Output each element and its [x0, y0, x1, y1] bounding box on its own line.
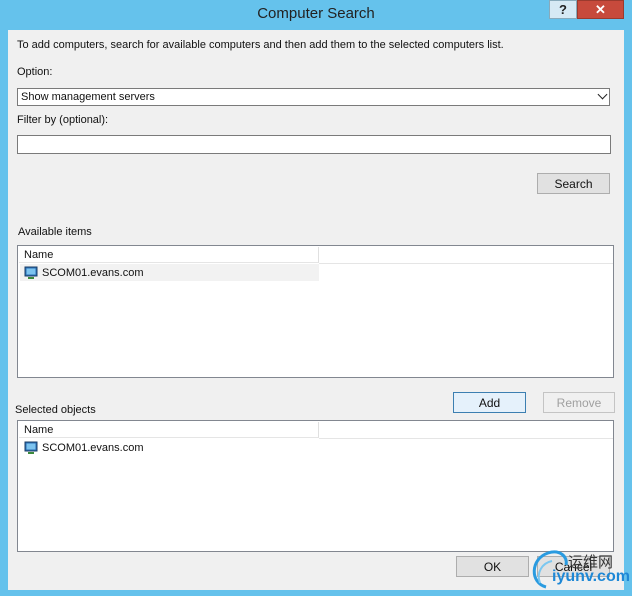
list-item[interactable]: SCOM01.evans.com — [20, 439, 319, 456]
selected-item-name: SCOM01.evans.com — [42, 441, 144, 454]
filter-label: Filter by (optional): — [17, 114, 109, 126]
watermark-logo: 运维网 iyunv.com — [528, 545, 630, 590]
add-button[interactable]: Add — [453, 392, 526, 413]
list-item[interactable]: SCOM01.evans.com — [20, 264, 319, 281]
available-name-column-header[interactable]: Name — [19, 247, 319, 263]
help-button[interactable]: ? — [549, 0, 577, 19]
computer-icon — [24, 441, 38, 454]
available-items-label: Available items — [18, 226, 92, 238]
watermark-text-domain: iyunv.com — [552, 568, 630, 585]
dialog-content: To add computers, search for available c… — [8, 30, 630, 590]
chevron-down-icon — [597, 89, 608, 100]
search-button[interactable]: Search — [537, 173, 610, 194]
title-bar[interactable]: Computer Search ? ✕ — [0, 0, 632, 28]
instructions-text: To add computers, search for available c… — [17, 39, 504, 51]
ok-button[interactable]: OK — [456, 556, 529, 577]
header-filler — [319, 422, 613, 439]
selected-name-column-header[interactable]: Name — [19, 422, 319, 438]
selected-objects-list[interactable]: Name SCOM01.evans.com — [17, 420, 614, 552]
available-item-name: SCOM01.evans.com — [42, 266, 144, 279]
remove-button[interactable]: Remove — [543, 392, 615, 413]
header-filler — [319, 247, 613, 264]
selected-objects-label: Selected objects — [15, 404, 96, 416]
filter-input[interactable] — [17, 135, 611, 154]
computer-icon — [24, 266, 38, 279]
window-title: Computer Search — [257, 5, 375, 22]
dialog-window: Computer Search ? ✕ To add computers, se… — [0, 0, 632, 596]
option-dropdown[interactable]: Show management servers — [17, 88, 610, 106]
close-button[interactable]: ✕ — [577, 0, 624, 19]
available-items-list[interactable]: Name SCOM01.evans.com — [17, 245, 614, 378]
option-label: Option: — [17, 66, 53, 78]
option-selected-value: Show management servers — [21, 91, 155, 103]
